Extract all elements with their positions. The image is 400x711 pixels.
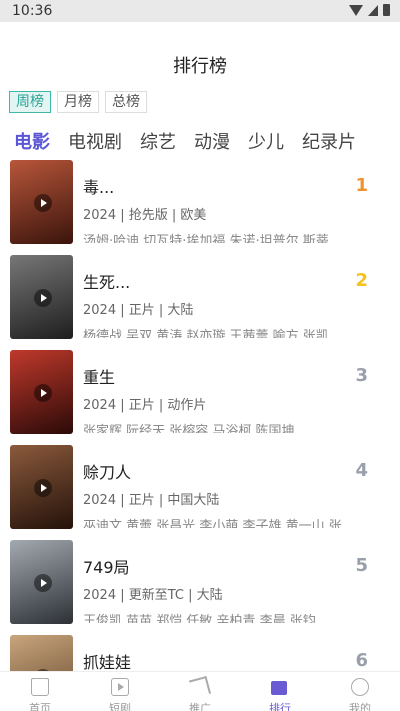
rank-number: 6 bbox=[355, 650, 368, 671]
send-icon bbox=[188, 675, 212, 699]
item-cast: 张家辉 阮经天 张榕容 马浴柯 陈国坤 bbox=[83, 424, 295, 433]
poster-image[interactable] bbox=[10, 540, 73, 624]
category-tab-kids[interactable]: 少儿 bbox=[248, 128, 284, 154]
item-meta: 2024 | 抢先版 | 欧美 bbox=[83, 208, 207, 223]
list-item[interactable]: 生死... 2024 | 正片 | 大陆 杨德战 吴双 黄涛 赵亦璇 王茜蕾 喻… bbox=[0, 253, 400, 343]
play-icon bbox=[34, 384, 52, 402]
video-icon bbox=[111, 678, 129, 696]
home-icon bbox=[31, 678, 49, 696]
list-item[interactable]: 重生 2024 | 正片 | 动作片 张家辉 阮经天 张榕容 马浴柯 陈国坤 3 bbox=[0, 348, 400, 438]
poster-image[interactable] bbox=[10, 160, 73, 244]
poster-image[interactable] bbox=[10, 255, 73, 339]
status-icons bbox=[349, 4, 390, 16]
battery-icon bbox=[383, 4, 390, 16]
period-tab-weekly[interactable]: 周榜 bbox=[9, 91, 51, 113]
period-tabs: 周榜 月榜 总榜 bbox=[9, 91, 147, 113]
play-icon bbox=[34, 574, 52, 592]
ranking-icon bbox=[271, 681, 287, 695]
category-tab-tv[interactable]: 电视剧 bbox=[68, 128, 122, 154]
item-title: 抓娃娃 bbox=[83, 653, 132, 671]
play-icon bbox=[34, 289, 52, 307]
tab-label: 短剧 bbox=[109, 702, 131, 711]
poster-image[interactable] bbox=[10, 635, 73, 671]
tab-home[interactable]: 首页 bbox=[0, 672, 80, 711]
poster-image[interactable] bbox=[10, 445, 73, 529]
bottom-tab-bar: 首页 短剧 推广 排行 我的 bbox=[0, 671, 400, 711]
user-icon bbox=[351, 678, 369, 696]
tab-label: 我的 bbox=[349, 702, 371, 711]
item-meta: 2024 | 更新至TC | 大陆 bbox=[83, 588, 223, 603]
period-tab-total[interactable]: 总榜 bbox=[105, 91, 147, 113]
signal-icon bbox=[368, 4, 378, 16]
item-meta: 2024 | 正片 | 中国大陆 bbox=[83, 493, 220, 508]
item-title: 749局 bbox=[83, 558, 130, 577]
category-tab-variety[interactable]: 综艺 bbox=[140, 128, 176, 154]
item-cast: 巫迪文 黄蕾 张昌光 李小萌 李子雄 黄一山 张 bbox=[83, 519, 342, 528]
status-time: 10:36 bbox=[12, 3, 53, 19]
page-title: 排行榜 bbox=[173, 56, 227, 77]
item-cast: 王俊凯 苗苗 郑恺 任敏 辛柏青 李晨 张钧 bbox=[83, 614, 316, 623]
play-icon bbox=[34, 479, 52, 497]
tab-me[interactable]: 我的 bbox=[320, 672, 400, 711]
rank-number: 2 bbox=[355, 270, 368, 291]
category-tab-documentary[interactable]: 纪录片 bbox=[302, 128, 356, 154]
status-bar: 10:36 bbox=[0, 0, 400, 22]
tab-ranking[interactable]: 排行 bbox=[240, 672, 320, 711]
period-tab-monthly[interactable]: 月榜 bbox=[57, 91, 99, 113]
rank-number: 4 bbox=[355, 460, 368, 481]
tab-label: 推广 bbox=[189, 702, 211, 711]
tab-label: 排行 bbox=[269, 702, 291, 711]
play-icon bbox=[34, 194, 52, 212]
rank-number: 3 bbox=[355, 365, 368, 386]
category-tab-anime[interactable]: 动漫 bbox=[194, 128, 230, 154]
tab-label: 首页 bbox=[29, 702, 51, 711]
rank-number: 1 bbox=[355, 175, 368, 196]
item-cast: 汤姆·哈迪 切瓦特·埃加福 朱诺·坦普尔 斯蒂 bbox=[83, 234, 329, 243]
item-meta: 2024 | 正片 | 动作片 bbox=[83, 398, 207, 413]
list-item[interactable]: 毒... 2024 | 抢先版 | 欧美 汤姆·哈迪 切瓦特·埃加福 朱诺·坦普… bbox=[0, 158, 400, 248]
list-item[interactable]: 抓娃娃 6 bbox=[0, 633, 400, 671]
item-title: 赊刀人 bbox=[83, 463, 132, 482]
item-title: 毒... bbox=[83, 178, 115, 197]
list-item[interactable]: 749局 2024 | 更新至TC | 大陆 王俊凯 苗苗 郑恺 任敏 辛柏青 … bbox=[0, 538, 400, 628]
item-title: 生死... bbox=[83, 273, 131, 292]
tab-short-drama[interactable]: 短剧 bbox=[80, 672, 160, 711]
category-tab-movie[interactable]: 电影 bbox=[14, 128, 50, 154]
item-cast: 杨德战 吴双 黄涛 赵亦璇 王茜蕾 喻方 张凯 bbox=[83, 329, 329, 338]
item-title: 重生 bbox=[83, 368, 116, 387]
list-item[interactable]: 赊刀人 2024 | 正片 | 中国大陆 巫迪文 黄蕾 张昌光 李小萌 李子雄 … bbox=[0, 443, 400, 533]
rank-number: 5 bbox=[355, 555, 368, 576]
poster-image[interactable] bbox=[10, 350, 73, 434]
wifi-icon bbox=[349, 4, 363, 16]
item-meta: 2024 | 正片 | 大陆 bbox=[83, 303, 194, 318]
category-tabs: 电影 电视剧 综艺 动漫 少儿 纪录片 bbox=[14, 128, 356, 154]
tab-promote[interactable]: 推广 bbox=[160, 672, 240, 711]
